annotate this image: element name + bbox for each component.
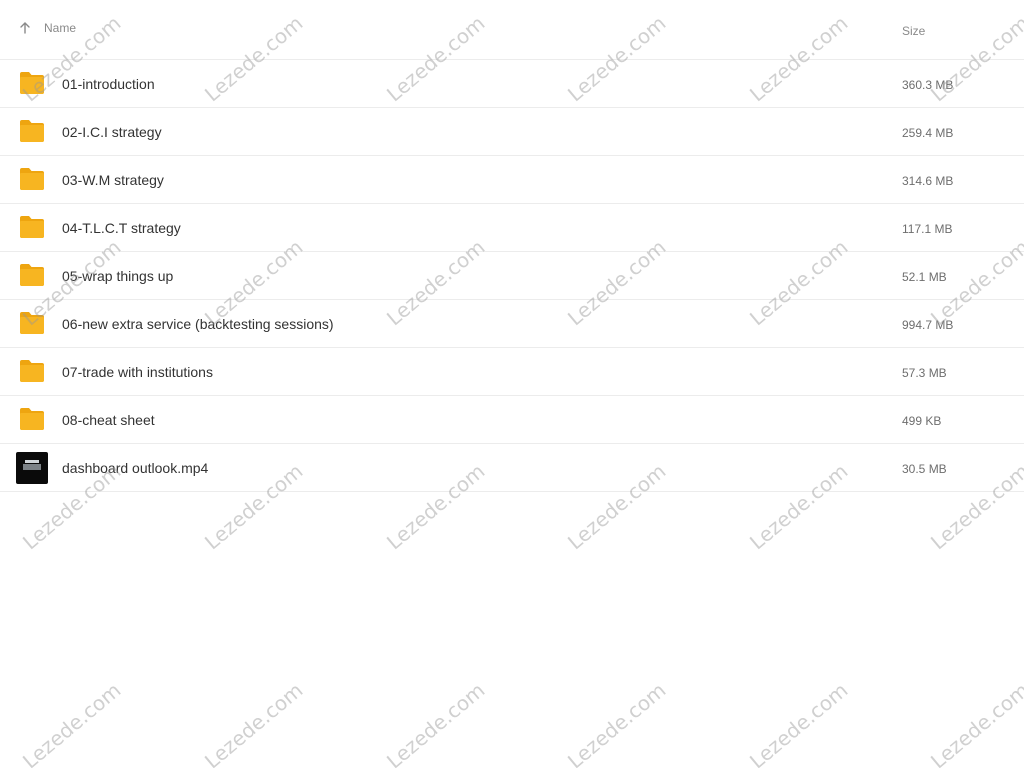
file-name: 02-I.C.I strategy [62, 124, 162, 140]
file-name: 08-cheat sheet [62, 412, 155, 428]
file-row[interactable]: 04-T.L.C.T strategy 117.1 MB [0, 204, 1024, 252]
file-list: Name Size 01-introduction 360.3 MB 02-I.C.… [0, 0, 1024, 492]
file-row[interactable]: 05-wrap things up 52.1 MB [0, 252, 1024, 300]
watermark-text: Lezede.com [382, 677, 490, 768]
file-name: 07-trade with institutions [62, 364, 213, 380]
file-size: 52.1 MB [902, 270, 947, 284]
folder-icon [19, 263, 45, 287]
arrow-up-icon [20, 22, 30, 34]
folder-icon [19, 407, 45, 431]
folder-icon [19, 119, 45, 143]
file-size: 994.7 MB [902, 318, 954, 332]
folder-icon [19, 167, 45, 191]
file-name: 05-wrap things up [62, 268, 174, 284]
watermark-text: Lezede.com [18, 677, 126, 768]
folder-icon [19, 215, 45, 239]
file-name: 03-W.M strategy [62, 172, 164, 188]
file-row[interactable]: 08-cheat sheet 499 KB [0, 396, 1024, 444]
size-column-header[interactable]: Size [902, 24, 925, 38]
video-thumbnail-icon [16, 452, 48, 484]
file-size: 259.4 MB [902, 126, 954, 140]
file-row[interactable]: 01-introduction 360.3 MB [0, 60, 1024, 108]
file-row[interactable]: 03-W.M strategy 314.6 MB [0, 156, 1024, 204]
watermark-text: Lezede.com [926, 677, 1024, 768]
folder-icon [19, 311, 45, 335]
watermark-text: Lezede.com [563, 677, 671, 768]
file-row[interactable]: 07-trade with institutions 57.3 MB [0, 348, 1024, 396]
file-size: 314.6 MB [902, 174, 954, 188]
watermark-text: Lezede.com [745, 677, 853, 768]
file-row[interactable]: dashboard outlook.mp4 30.5 MB [0, 444, 1024, 492]
file-name: dashboard outlook.mp4 [62, 460, 209, 476]
name-column-header: Name [44, 21, 77, 35]
file-rows: 01-introduction 360.3 MB 02-I.C.I strategy… [0, 60, 1024, 492]
file-row[interactable]: 06-new extra service (backtesting sessio… [0, 300, 1024, 348]
file-size: 360.3 MB [902, 78, 954, 92]
watermark-text: Lezede.com [200, 677, 308, 768]
file-size: 30.5 MB [902, 462, 947, 476]
file-name: 01-introduction [62, 76, 155, 92]
file-row[interactable]: 02-I.C.I strategy 259.4 MB [0, 108, 1024, 156]
list-header: Name Size [0, 0, 1024, 60]
folder-icon [19, 359, 45, 383]
file-size: 57.3 MB [902, 366, 947, 380]
file-name: 04-T.L.C.T strategy [62, 220, 181, 236]
file-size: 499 KB [902, 414, 942, 428]
file-name: 06-new extra service (backtesting sessio… [62, 316, 334, 332]
sort-by-name-button[interactable]: Name [18, 21, 76, 35]
folder-icon [19, 71, 45, 95]
file-size: 117.1 MB [902, 222, 953, 236]
